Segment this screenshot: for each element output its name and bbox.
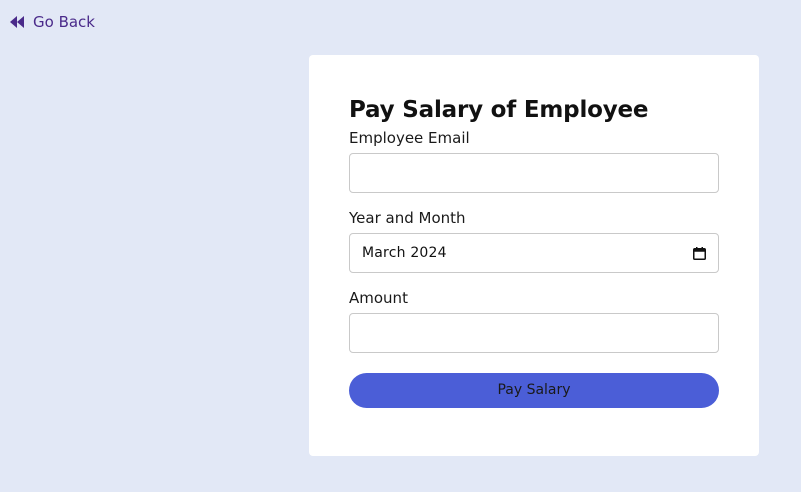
month-label: Year and Month: [349, 209, 466, 227]
double-chevron-left-icon: [10, 16, 25, 28]
form-title: Pay Salary of Employee: [349, 97, 649, 123]
amount-field[interactable]: [349, 313, 719, 353]
employee-email-field[interactable]: [349, 153, 719, 193]
pay-salary-card: Pay Salary of Employee Employee Email Ye…: [309, 55, 759, 456]
year-month-picker[interactable]: March 2024: [349, 233, 719, 273]
go-back-label: Go Back: [33, 13, 95, 31]
email-label: Employee Email: [349, 129, 470, 147]
month-value: March 2024: [362, 245, 447, 261]
amount-label: Amount: [349, 289, 408, 307]
pay-salary-button[interactable]: Pay Salary: [349, 373, 719, 408]
page: Go Back Pay Salary of Employee Employee …: [0, 0, 801, 492]
calendar-icon[interactable]: [693, 246, 706, 260]
go-back-link[interactable]: Go Back: [10, 13, 95, 31]
